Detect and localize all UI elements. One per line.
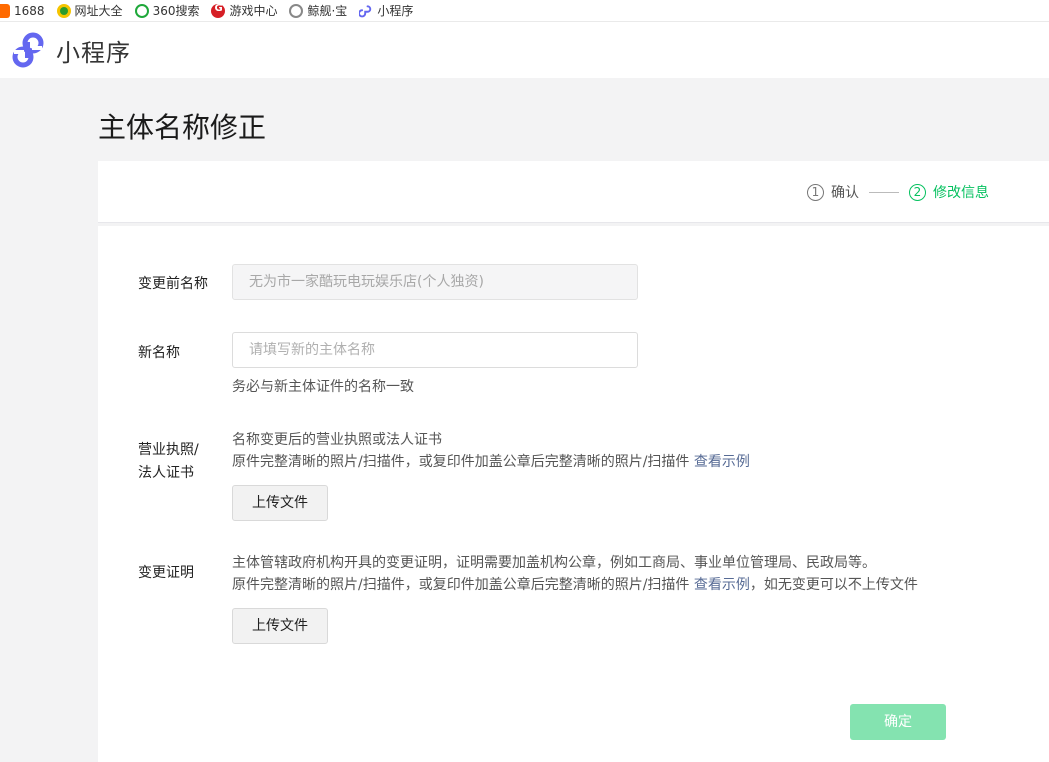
bookmark-1688[interactable]: 1688 (0, 3, 45, 18)
confirm-button[interactable]: 确定 (850, 704, 946, 740)
new-name-input[interactable] (232, 332, 638, 368)
proof-requirement-text: 原件完整清晰的照片/扫描件，或复印件加盖公章后完整清晰的照片/扫描件 (232, 577, 690, 593)
bookmark-label: 网址大全 (74, 4, 123, 18)
bookmark-label: 1688 (14, 3, 45, 18)
progress-steps: 1 确认 2 修改信息 (807, 182, 989, 202)
steps-panel: 1 确认 2 修改信息 (98, 161, 1049, 223)
top-header: 小程序 (0, 22, 1049, 78)
proof-example-link[interactable]: 查看示例 (694, 577, 750, 593)
bookmark-label: 小程序 (377, 4, 414, 18)
license-label-line2: 法人证书 (138, 465, 194, 481)
bookmark-game-center[interactable]: 游戏中心 (211, 2, 277, 19)
1688-icon (0, 3, 10, 18)
360-search-icon (134, 3, 149, 18)
new-name-hint: 务必与新主体证件的名称一致 (232, 379, 414, 395)
proof-optional-note: ，如无变更可以不上传文件 (749, 577, 918, 593)
license-requirement: 原件完整清晰的照片/扫描件，或复印件加盖公章后完整清晰的照片/扫描件 查看示例 (232, 451, 750, 473)
step-confirm: 1 确认 (807, 182, 859, 202)
step-label: 确认 (831, 185, 859, 201)
bookmark-globe[interactable]: 鲸舰·宝 (289, 2, 347, 19)
step-number: 1 (807, 183, 824, 201)
globe-icon (289, 3, 304, 18)
page-title: 主体名称修正 (98, 111, 267, 144)
proof-label: 变更证明 (138, 565, 194, 581)
bookmark-mini-program[interactable]: 小程序 (359, 2, 413, 19)
license-desc: 名称变更后的营业执照或法人证书 (232, 432, 442, 448)
new-name-label: 新名称 (138, 345, 180, 361)
bookmark-label: 鲸舰·宝 (307, 4, 348, 18)
license-label-line1: 营业执照/ (138, 442, 199, 458)
step-label: 修改信息 (933, 185, 989, 201)
nav-icon (56, 3, 71, 18)
license-requirement-text: 原件完整清晰的照片/扫描件，或复印件加盖公章后完整清晰的照片/扫描件 (232, 454, 690, 470)
license-example-link[interactable]: 查看示例 (694, 454, 750, 470)
form-panel: 变更前名称 无为市一家酷玩电玩娱乐店(个人独资) 新名称 务必与新主体证件的名称… (98, 226, 1049, 762)
proof-upload-button[interactable]: 上传文件 (232, 608, 328, 644)
proof-requirement: 原件完整清晰的照片/扫描件，或复印件加盖公章后完整清晰的照片/扫描件 查看示例，… (232, 574, 918, 596)
license-upload-button[interactable]: 上传文件 (232, 485, 328, 521)
bookmark-label: 游戏中心 (229, 4, 278, 18)
mini-program-logo-icon[interactable] (10, 32, 46, 68)
old-name-label: 变更前名称 (138, 276, 208, 292)
game-center-icon (211, 3, 226, 18)
bookmark-360-search[interactable]: 360搜索 (134, 2, 200, 19)
proof-desc: 主体管辖政府机构开具的变更证明，证明需要加盖机构公章，例如工商局、事业单位管理局… (232, 555, 876, 571)
bookmark-label: 360搜索 (152, 4, 200, 18)
step-number: 2 (909, 183, 926, 201)
step-modify-info: 2 修改信息 (909, 182, 989, 202)
mini-program-icon (359, 4, 372, 17)
bookmark-nav[interactable]: 网址大全 (56, 2, 123, 19)
old-name-field: 无为市一家酷玩电玩娱乐店(个人独资) (232, 264, 638, 300)
step-connector (869, 191, 899, 193)
brand-title: 小程序 (56, 38, 131, 67)
bookmarks-bar: 1688 网址大全 360搜索 游戏中心 鲸舰·宝 小程序 (0, 0, 1049, 22)
